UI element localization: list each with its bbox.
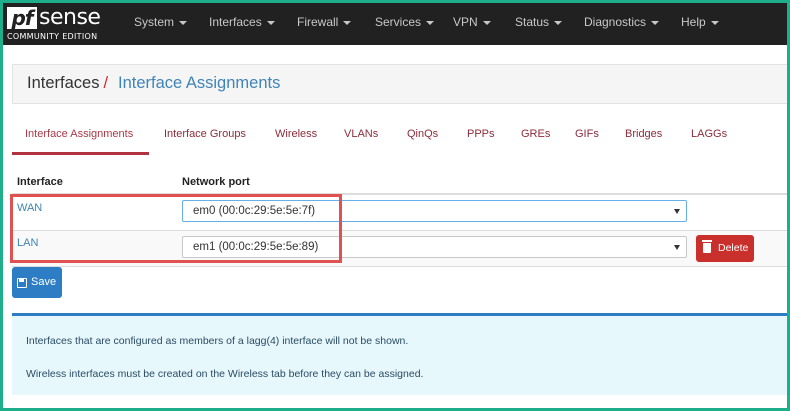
tab-qinqs[interactable]: QinQs xyxy=(407,128,438,140)
tab-bridges[interactable]: Bridges xyxy=(625,128,662,140)
chevron-down-icon xyxy=(266,20,275,25)
menu-status[interactable]: Status xyxy=(515,15,563,29)
menu-system-label: System xyxy=(134,15,175,29)
select-arrow-icon xyxy=(674,209,680,214)
chevron-down-icon xyxy=(426,20,435,25)
network-port-value-wan: em0 (00:0c:29:5e:5e:7f) xyxy=(193,205,316,217)
save-button-label: Save xyxy=(31,276,57,288)
tab-vlans[interactable]: VLANs xyxy=(344,128,378,140)
menu-interfaces-label: Interfaces xyxy=(209,15,262,29)
interface-link-wan[interactable]: WAN xyxy=(17,202,42,214)
menu-help-label: Help xyxy=(681,15,706,29)
info-text-lagg: Interfaces that are configured as member… xyxy=(26,335,409,347)
network-port-select-lan[interactable]: em1 (00:0c:29:5e:5e:89) xyxy=(182,236,687,258)
trash-icon xyxy=(702,240,712,253)
floppy-disk-icon xyxy=(17,278,27,288)
info-callout: Interfaces that are configured as member… xyxy=(12,313,787,395)
network-port-select-wan[interactable]: em0 (00:0c:29:5e:5e:7f) xyxy=(182,200,687,222)
breadcrumb: Interfaces / Interface Assignments xyxy=(12,64,787,104)
tab-interface-groups[interactable]: Interface Groups xyxy=(164,128,246,140)
menu-diagnostics-label: Diagnostics xyxy=(584,15,647,29)
tab-gres[interactable]: GREs xyxy=(521,128,550,140)
column-header-network-port: Network port xyxy=(182,176,250,188)
menu-help[interactable]: Help xyxy=(681,15,719,29)
menu-services[interactable]: Services xyxy=(375,15,435,29)
tab-ppps[interactable]: PPPs xyxy=(467,128,495,140)
chevron-down-icon xyxy=(179,20,188,25)
chevron-down-icon xyxy=(710,20,719,25)
tab-bar: Interface Assignments Interface Groups W… xyxy=(12,124,787,156)
tab-gifs[interactable]: GIFs xyxy=(575,128,599,140)
breadcrumb-parent[interactable]: Interfaces / xyxy=(27,74,112,93)
breadcrumb-separator: / xyxy=(103,74,109,92)
menu-services-label: Services xyxy=(375,15,422,29)
chevron-down-icon xyxy=(651,20,660,25)
chevron-down-icon xyxy=(343,20,352,25)
menu-firewall-label: Firewall xyxy=(297,15,339,29)
breadcrumb-parent-label: Interfaces xyxy=(27,74,100,92)
top-navbar: pf sense COMMUNITY EDITION System Interf… xyxy=(3,3,787,45)
breadcrumb-current[interactable]: Interface Assignments xyxy=(118,74,280,93)
chevron-down-icon xyxy=(482,20,491,25)
delete-button-label: Delete xyxy=(718,242,749,254)
save-button[interactable]: Save xyxy=(12,267,62,298)
interface-link-lan[interactable]: LAN xyxy=(17,237,38,249)
main-menu: System Interfaces Firewall Services VPN … xyxy=(3,3,787,45)
menu-system[interactable]: System xyxy=(134,15,188,29)
tab-interface-assignments[interactable]: Interface Assignments xyxy=(25,128,133,140)
tab-wireless[interactable]: Wireless xyxy=(275,128,317,140)
menu-firewall[interactable]: Firewall xyxy=(297,15,352,29)
network-port-value-lan: em1 (00:0c:29:5e:5e:89) xyxy=(193,241,319,253)
delete-button[interactable]: Delete xyxy=(696,235,754,262)
menu-status-label: Status xyxy=(515,15,550,29)
row-divider xyxy=(12,266,787,267)
column-header-interface: Interface xyxy=(17,176,63,188)
chevron-down-icon xyxy=(554,20,563,25)
menu-vpn-label: VPN xyxy=(453,15,478,29)
info-text-wireless: Wireless interfaces must be created on t… xyxy=(26,368,424,380)
tab-laggs[interactable]: LAGGs xyxy=(691,128,727,140)
menu-interfaces[interactable]: Interfaces xyxy=(209,15,275,29)
select-arrow-icon xyxy=(674,245,680,250)
menu-diagnostics[interactable]: Diagnostics xyxy=(584,15,660,29)
menu-vpn[interactable]: VPN xyxy=(453,15,491,29)
active-tab-indicator xyxy=(12,152,149,155)
